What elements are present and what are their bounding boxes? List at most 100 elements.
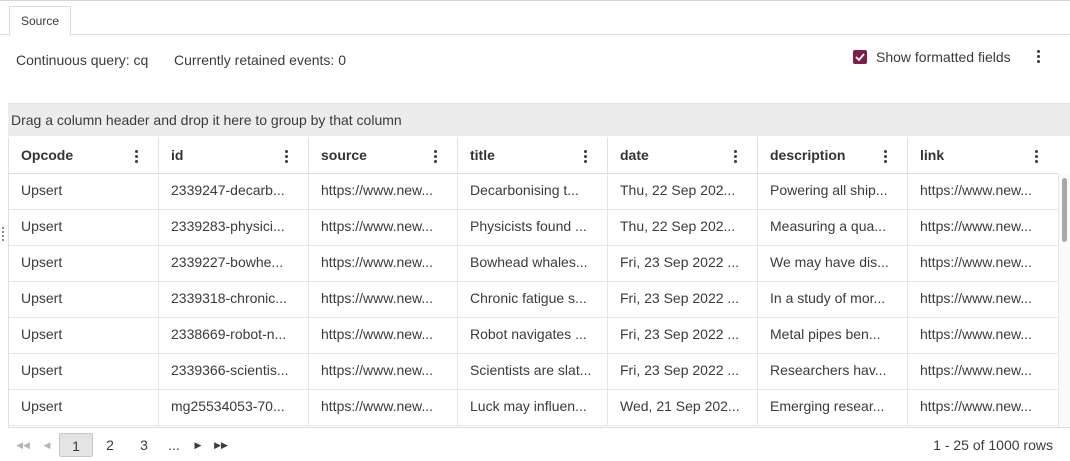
source-panel: Source Continuous query: cq Currently re… (0, 0, 1070, 460)
cell-description[interactable]: Powering all ship... (758, 174, 908, 210)
page-1-button[interactable]: 1 (59, 433, 93, 457)
column-menu-icon[interactable] (130, 147, 142, 165)
previous-page-icon[interactable]: ◀ (40, 433, 54, 457)
column-header-label: link (920, 147, 945, 163)
column-header-title[interactable]: title (458, 137, 608, 174)
retained-events-label: Currently retained events: 0 (174, 52, 346, 68)
cell-id[interactable]: 2339227-bowhe... (159, 246, 309, 282)
column-header-label: date (620, 147, 649, 163)
cell-source[interactable]: https://www.new... (309, 354, 458, 390)
cell-id[interactable]: 2338669-robot-n... (159, 318, 309, 354)
table-row[interactable]: Upsert 2339247-decarb... https://www.new..… (9, 174, 1058, 210)
column-header-label: source (321, 147, 367, 163)
pagination-bar: ◀◀ ◀ 1 2 3 ... ▶ ▶▶ 1 - 25 of 1000 rows (8, 427, 1070, 461)
more-pages-button[interactable]: ... (163, 433, 185, 457)
cell-id[interactable]: 2339366-scientis... (159, 354, 309, 390)
cell-link[interactable]: https://www.new... (908, 318, 1058, 354)
table-row[interactable]: Upsert 2339366-scientis... https://www.new… (9, 354, 1058, 390)
cell-title[interactable]: Chronic fatigue s... (458, 282, 608, 318)
column-header-source[interactable]: source (309, 137, 458, 174)
show-formatted-fields-toggle[interactable]: Show formatted fields (853, 48, 1011, 66)
cell-date[interactable]: Fri, 23 Sep 2022 ... (608, 246, 758, 282)
tab-source[interactable]: Source (9, 6, 72, 36)
cell-title[interactable]: Robot navigates ... (458, 318, 608, 354)
cell-opcode[interactable]: Upsert (9, 390, 159, 426)
cell-source[interactable]: https://www.new... (309, 210, 458, 246)
continuous-query-label: Continuous query: cq (16, 52, 149, 68)
cell-description[interactable]: Researchers hav... (758, 354, 908, 390)
cell-description[interactable]: In a study of mor... (758, 282, 908, 318)
next-page-icon[interactable]: ▶ (191, 433, 205, 457)
table-row[interactable]: Upsert 2339318-chronic... https://www.new.… (9, 282, 1058, 318)
cell-title[interactable]: Scientists are slat... (458, 354, 608, 390)
cell-opcode[interactable]: Upsert (9, 282, 159, 318)
cell-date[interactable]: Fri, 23 Sep 2022 ... (608, 354, 758, 390)
scrollbar-thumb[interactable] (1062, 178, 1067, 242)
column-header-opcode[interactable]: Opcode (9, 137, 159, 174)
tab-bar: Source (0, 2, 1070, 36)
cell-date[interactable]: Thu, 22 Sep 202... (608, 174, 758, 210)
cell-title[interactable]: Physicists found ... (458, 210, 608, 246)
table-row[interactable]: Upsert 2339227-bowhe... https://www.new...… (9, 246, 1058, 282)
cell-id[interactable]: mg25534053-70... (159, 390, 309, 426)
column-header-id[interactable]: id (159, 137, 309, 174)
page-3-button[interactable]: 3 (133, 433, 155, 457)
more-options-icon[interactable] (1032, 47, 1044, 65)
cell-opcode[interactable]: Upsert (9, 318, 159, 354)
cell-title[interactable]: Decarbonising t... (458, 174, 608, 210)
group-by-drop-zone[interactable]: Drag a column header and drop it here to… (8, 103, 1070, 136)
cell-opcode[interactable]: Upsert (9, 210, 159, 246)
cell-date[interactable]: Fri, 23 Sep 2022 ... (608, 282, 758, 318)
cell-link[interactable]: https://www.new... (908, 282, 1058, 318)
cell-source[interactable]: https://www.new... (309, 174, 458, 210)
column-menu-icon[interactable] (1030, 147, 1042, 165)
cell-date[interactable]: Wed, 21 Sep 202... (608, 390, 758, 426)
table-row[interactable]: Upsert 2339283-physici... https://www.new.… (9, 210, 1058, 246)
cell-opcode[interactable]: Upsert (9, 354, 159, 390)
checkmark-icon (855, 53, 865, 61)
column-menu-icon[interactable] (280, 147, 292, 165)
last-page-icon[interactable]: ▶▶ (213, 433, 229, 457)
cell-title[interactable]: Luck may influen... (458, 390, 608, 426)
cell-source[interactable]: https://www.new... (309, 282, 458, 318)
cell-source[interactable]: https://www.new... (309, 390, 458, 426)
cell-opcode[interactable]: Upsert (9, 246, 159, 282)
formatted-fields-checkbox[interactable] (853, 50, 867, 64)
page-2-button[interactable]: 2 (99, 433, 121, 457)
cell-link[interactable]: https://www.new... (908, 390, 1058, 426)
cell-link[interactable]: https://www.new... (908, 246, 1058, 282)
grid-header: Opcode id source title date description link (9, 137, 1058, 174)
cell-description[interactable]: Emerging resear... (758, 390, 908, 426)
cell-description[interactable]: Measuring a qua... (758, 210, 908, 246)
cell-link[interactable]: https://www.new... (908, 354, 1058, 390)
cell-id[interactable]: 2339283-physici... (159, 210, 309, 246)
column-header-link[interactable]: link (908, 137, 1058, 174)
column-header-label: description (770, 147, 846, 163)
cell-description[interactable]: We may have dis... (758, 246, 908, 282)
vertical-scrollbar[interactable] (1058, 174, 1070, 427)
cell-source[interactable]: https://www.new... (309, 246, 458, 282)
column-header-label: title (470, 147, 495, 163)
resize-grip-icon[interactable] (2, 227, 4, 241)
column-menu-icon[interactable] (879, 147, 891, 165)
column-header-description[interactable]: description (758, 137, 908, 174)
column-menu-icon[interactable] (579, 147, 591, 165)
cell-link[interactable]: https://www.new... (908, 174, 1058, 210)
cell-description[interactable]: Metal pipes ben... (758, 318, 908, 354)
column-menu-icon[interactable] (729, 147, 741, 165)
column-header-date[interactable]: date (608, 137, 758, 174)
row-count-label: 1 - 25 of 1000 rows (933, 437, 1053, 453)
table-row[interactable]: Upsert mg25534053-70... https://www.new...… (9, 390, 1058, 426)
cell-opcode[interactable]: Upsert (9, 174, 159, 210)
cell-id[interactable]: 2339247-decarb... (159, 174, 309, 210)
cell-date[interactable]: Fri, 23 Sep 2022 ... (608, 318, 758, 354)
first-page-icon[interactable]: ◀◀ (16, 433, 30, 457)
column-menu-icon[interactable] (429, 147, 441, 165)
cell-id[interactable]: 2339318-chronic... (159, 282, 309, 318)
cell-link[interactable]: https://www.new... (908, 210, 1058, 246)
cell-date[interactable]: Thu, 22 Sep 202... (608, 210, 758, 246)
formatted-fields-label: Show formatted fields (876, 49, 1011, 65)
cell-source[interactable]: https://www.new... (309, 318, 458, 354)
cell-title[interactable]: Bowhead whales... (458, 246, 608, 282)
table-row[interactable]: Upsert 2338669-robot-n... https://www.new.… (9, 318, 1058, 354)
